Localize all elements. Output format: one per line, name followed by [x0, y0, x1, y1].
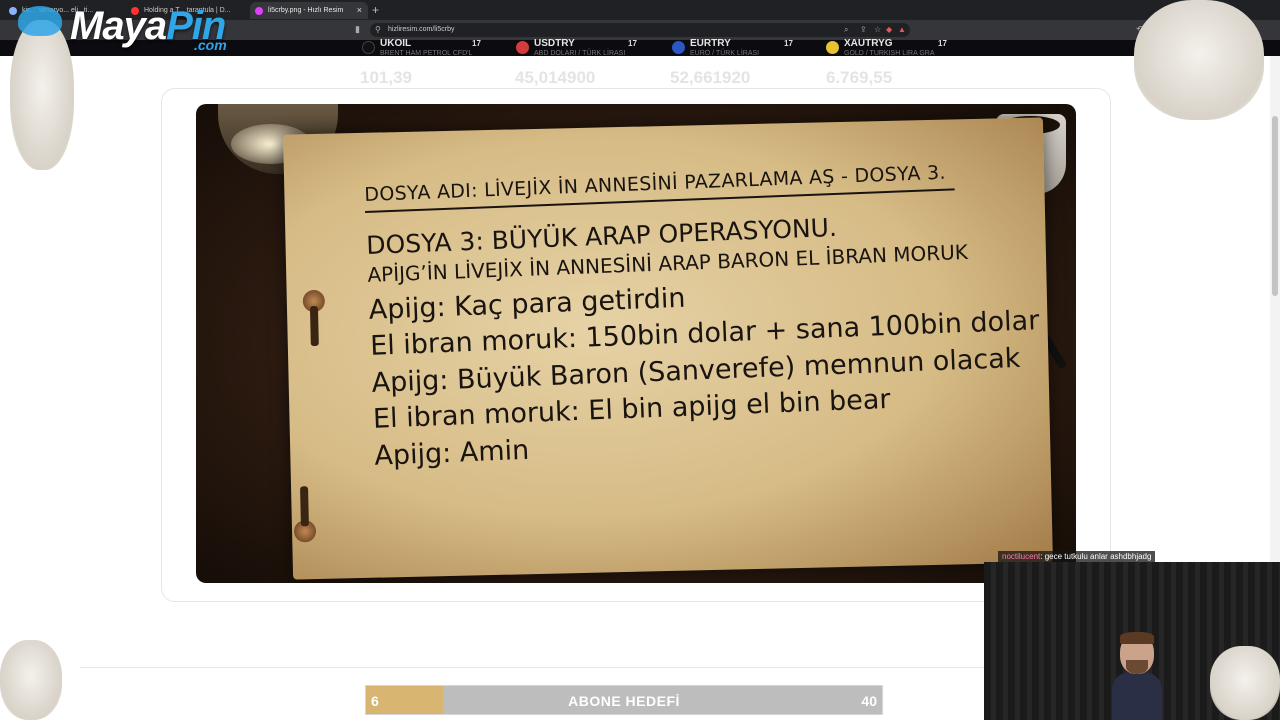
goal-label: ABONE HEDEFİ: [568, 693, 680, 709]
extension-icon[interactable]: ◆: [886, 24, 892, 36]
url-text: hizliresim.com/li5crby: [388, 26, 455, 33]
browser-tab-3-active[interactable]: li5crby.png - Hızlı Resim ×: [250, 2, 368, 19]
mayapin-logo: MayaPin .com: [70, 4, 227, 53]
chat-username: noctilucent: [1002, 552, 1041, 561]
tradingview-icon: 17: [472, 39, 481, 48]
ticker-xautryg: XAUTRYG GOLD / TURKISH LIRA GRA 17: [826, 38, 966, 57]
uploaded-image[interactable]: DOSYA ADI: LİVEJİX İN ANNESİNİ PAZARLAMA…: [196, 104, 1076, 583]
streamer-hair: [1120, 632, 1154, 644]
ticker-price: 6.769,55: [826, 68, 893, 87]
ticker-price: 45,014900: [515, 68, 596, 87]
fastener-prong: [300, 486, 309, 527]
divider: [80, 667, 990, 668]
streamer-beard: [1126, 660, 1148, 674]
fastener-prong: [309, 305, 319, 347]
tradingview-icon: 17: [628, 39, 637, 48]
ticker-symbol: XAUTRYG: [844, 38, 893, 49]
tradingview-icon: 17: [938, 39, 947, 48]
close-tab-icon[interactable]: ×: [357, 2, 362, 19]
webcam-overlay: [984, 562, 1280, 720]
oil-drop-icon: [362, 41, 375, 54]
new-tab-button[interactable]: +: [372, 2, 379, 18]
star-icon[interactable]: ☆: [874, 24, 881, 36]
url-input[interactable]: ⚲ hizliresim.com/li5crby ⌕ ⇪ ☆ ◆ ▲: [370, 23, 910, 37]
logo-mascot-icon: [18, 6, 62, 36]
extension-alert-icon[interactable]: ▲: [898, 24, 906, 36]
ticker-price: 101,39: [360, 68, 412, 87]
tab-favicon-icon: [9, 7, 17, 15]
gold-coin-icon: [826, 41, 839, 54]
document-text: DOSYA ADI: LİVEJİX İN ANNESİNİ PAZARLAMA…: [364, 159, 1040, 474]
cat-sticker-bottom-left: [0, 640, 62, 720]
cat-sticker-webcam: [1210, 646, 1280, 720]
tradingview-icon: 17: [784, 39, 793, 48]
chat-message: noctilucent: gece tutkulu anlar ashdbhja…: [998, 551, 1156, 562]
cat-sticker-right: [1134, 0, 1264, 120]
ticker-symbol: UKOIL: [380, 38, 412, 49]
usd-flag-icon: [516, 41, 529, 54]
cat-sticker-left: [10, 20, 74, 170]
scrollbar-thumb[interactable]: [1272, 116, 1278, 296]
ticker-price: 52,661920: [670, 68, 751, 87]
ticker-symbol: USDTRY: [534, 38, 575, 49]
chat-text: : gece tutkulu anlar ashdbhjadg: [1040, 552, 1152, 561]
ticker-ukoil: UKOIL BRENT HAM PETROL CFD'L 17: [362, 38, 502, 57]
ticker-usdtry: USDTRY ABD DOLARI / TÜRK LİRASI 17: [516, 38, 656, 57]
site-info-icon[interactable]: ⚲: [375, 23, 381, 37]
goal-target: 40: [861, 693, 877, 709]
bookmark-icon[interactable]: ▮: [355, 24, 360, 35]
share-icon[interactable]: ⇪: [860, 24, 867, 36]
subscriber-goal-bar: 6 ABONE HEDEFİ 40: [365, 685, 883, 715]
logo-text-com: .com: [194, 37, 227, 53]
tab-favicon-icon: [255, 7, 263, 15]
zoom-icon[interactable]: ⌕: [844, 24, 848, 36]
streamer-body: [1112, 672, 1162, 720]
logo-text-maya: Maya: [70, 4, 167, 48]
eur-flag-icon: [672, 41, 685, 54]
ticker-symbol: EURTRY: [690, 38, 731, 49]
ticker-eurtry: EURTRY EURO / TÜRK LİRASI 17: [672, 38, 812, 57]
streamer-figure: [1112, 632, 1162, 720]
tab-title: li5crby.png - Hızlı Resim: [268, 7, 344, 14]
